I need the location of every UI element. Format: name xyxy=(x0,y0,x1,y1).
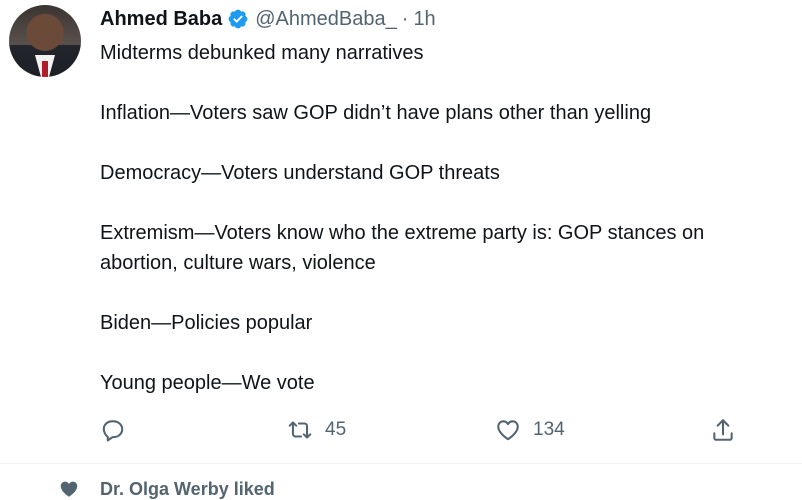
author-name[interactable]: Ahmed Baba xyxy=(100,8,222,31)
tweet-line: abortion, culture wars, violence xyxy=(100,252,376,274)
tweet-line: Young people—We vote xyxy=(100,372,315,394)
tweet-time[interactable]: 1h xyxy=(413,8,435,31)
reply-icon xyxy=(102,420,124,442)
like-count: 134 xyxy=(533,419,565,440)
share-icon xyxy=(713,419,733,441)
reply-button[interactable] xyxy=(100,414,138,446)
tweet-line: Midterms debunked many narratives xyxy=(100,42,424,64)
tweet-actions: 45 134 xyxy=(100,414,750,446)
share-button[interactable] xyxy=(710,414,736,446)
retweet-button[interactable]: 45 xyxy=(287,414,346,446)
tweet-text: Midterms debunked many narratives Inflat… xyxy=(100,38,790,398)
like-button[interactable]: 134 xyxy=(495,414,565,446)
social-context[interactable]: Dr. Olga Werby liked xyxy=(58,478,275,500)
heart-filled-icon xyxy=(60,481,78,497)
avatar-tie xyxy=(42,61,48,77)
verified-badge-icon xyxy=(228,9,248,29)
retweet-icon xyxy=(288,421,312,439)
tweet-line: Extremism—Voters know who the extreme pa… xyxy=(100,222,705,244)
tweet-header: Ahmed Baba @AhmedBaba_ · 1h xyxy=(100,5,436,33)
tweet-line: Democracy—Voters understand GOP threats xyxy=(100,162,500,184)
liked-by-text: Dr. Olga Werby liked xyxy=(100,478,275,499)
tweet-line: Biden—Policies popular xyxy=(100,312,313,334)
tweet-divider xyxy=(0,463,802,464)
author-handle[interactable]: @AhmedBaba_ xyxy=(255,8,397,31)
like-icon xyxy=(497,420,519,441)
avatar[interactable] xyxy=(9,5,81,77)
tweet-line: Inflation—Voters saw GOP didn’t have pla… xyxy=(100,102,652,124)
header-separator: · xyxy=(401,7,409,30)
retweet-count: 45 xyxy=(325,419,347,440)
